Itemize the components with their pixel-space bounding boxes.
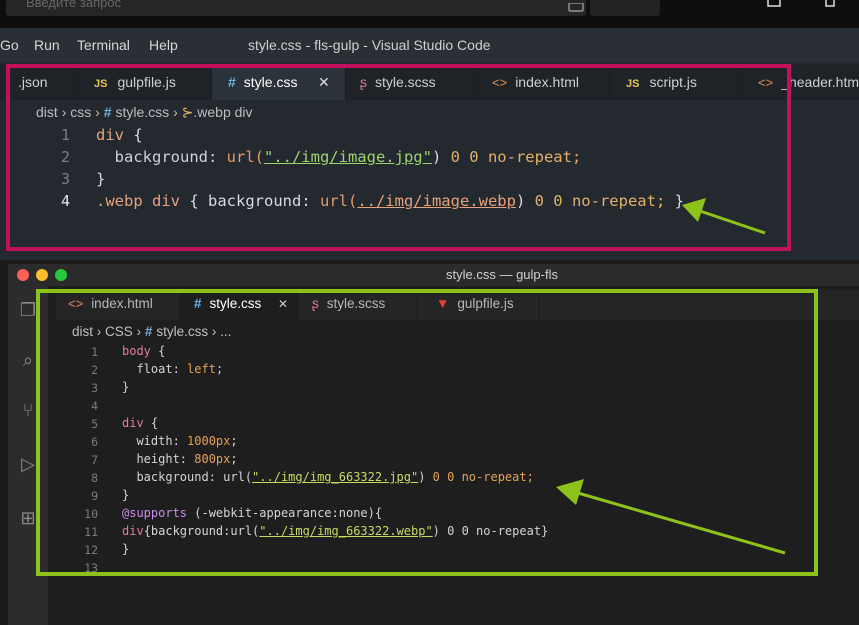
window-title: style.css - fls-gulp - Visual Studio Cod… <box>248 37 491 53</box>
search-input[interactable]: Введите запрос <box>6 0 586 16</box>
menu-go[interactable]: Go <box>0 37 19 53</box>
extensions-icon[interactable]: ⊞ <box>18 508 38 528</box>
browser-top-strip: Введите запрос <box>0 0 859 28</box>
menu-help[interactable]: Help <box>149 37 178 53</box>
highlight-frame-top <box>6 64 791 251</box>
search-button[interactable] <box>590 0 660 16</box>
maximize-window-icon[interactable] <box>55 269 67 281</box>
explorer-icon[interactable]: ❐ <box>18 300 38 320</box>
menu-terminal[interactable]: Terminal <box>77 37 130 53</box>
notifications-icon[interactable] <box>825 0 835 7</box>
minimize-window-icon[interactable] <box>36 269 48 281</box>
window-title: style.css — gulp-fls <box>446 267 558 282</box>
top-right-icons <box>760 0 859 20</box>
window-titlebar: style.css — gulp-fls <box>8 264 859 286</box>
highlight-frame-bottom <box>36 289 818 576</box>
menu-run[interactable]: Run <box>34 37 60 53</box>
camera-icon[interactable] <box>566 0 586 12</box>
close-window-icon[interactable] <box>17 269 29 281</box>
tab-label: _header.html <box>781 74 859 90</box>
source-control-icon[interactable]: ⑂ <box>18 400 38 420</box>
debug-icon[interactable]: ▷ <box>18 454 38 474</box>
menu-bar: Go Run Terminal Help style.css - fls-gul… <box>0 28 859 62</box>
search-icon[interactable]: ⌕ <box>18 350 38 370</box>
share-icon[interactable] <box>767 0 781 7</box>
